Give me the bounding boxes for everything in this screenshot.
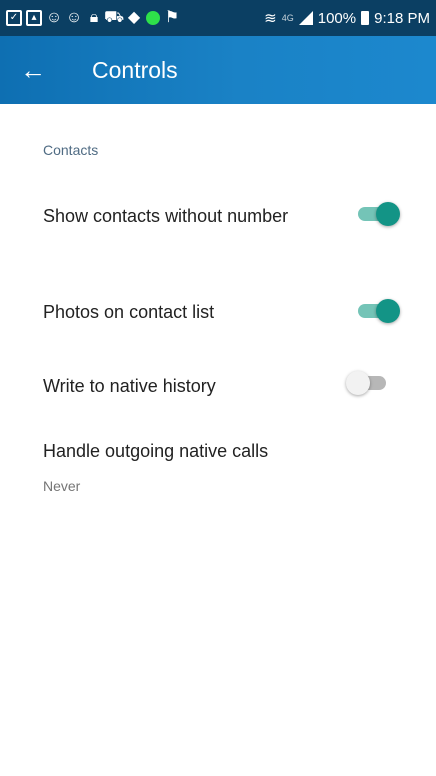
write-to-native-history-switch[interactable] xyxy=(346,369,388,397)
back-arrow-icon[interactable]: ← xyxy=(20,57,60,83)
messenger-icon: ☺ xyxy=(45,9,63,26)
battery-icon xyxy=(361,11,370,25)
shield-icon: ◆ xyxy=(127,9,141,26)
page-title: Controls xyxy=(92,56,178,83)
show-contacts-without-number-switch[interactable] xyxy=(358,200,400,228)
status-bar: ✓ ▴ ☺ ☺ 🔒︎ ⛟ ◆ ⚑ ≋ 4G 100% 9:18 PM xyxy=(0,0,436,36)
photos-on-contact-list-switch[interactable] xyxy=(358,297,400,325)
network-type: 4G xyxy=(281,13,294,23)
preference-title[interactable]: Show contacts without number xyxy=(43,204,313,228)
switch-thumb xyxy=(376,299,400,323)
app-bar: ← Controls xyxy=(0,36,436,104)
flag-icon: ⚑ xyxy=(164,9,180,26)
lock-icon: 🔒︎ xyxy=(89,9,99,26)
car-icon: ⛟ xyxy=(103,9,125,26)
messenger-icon: ☺ xyxy=(65,9,83,26)
battery-percent: 100% xyxy=(317,9,357,27)
system-status: ≋ 4G 100% 9:18 PM xyxy=(264,9,430,28)
checkbox-notification-icon: ✓ xyxy=(6,10,22,26)
green-dot-icon xyxy=(146,11,160,25)
preference-title[interactable]: Photos on contact list xyxy=(43,300,214,324)
notification-icons: ✓ ▴ ☺ ☺ 🔒︎ ⛟ ◆ ⚑ xyxy=(6,10,180,26)
signal-icon xyxy=(298,11,313,25)
section-header-contacts: Contacts xyxy=(43,142,99,158)
preference-title[interactable]: Handle outgoing native calls xyxy=(43,439,268,463)
preference-title[interactable]: Write to native history xyxy=(43,374,216,398)
switch-thumb xyxy=(376,202,400,226)
wifi-icon: ≋ xyxy=(264,10,277,27)
image-notification-icon: ▴ xyxy=(26,10,42,26)
clock: 9:18 PM xyxy=(374,9,430,27)
preference-summary: Never xyxy=(43,478,81,494)
switch-thumb xyxy=(346,371,370,395)
